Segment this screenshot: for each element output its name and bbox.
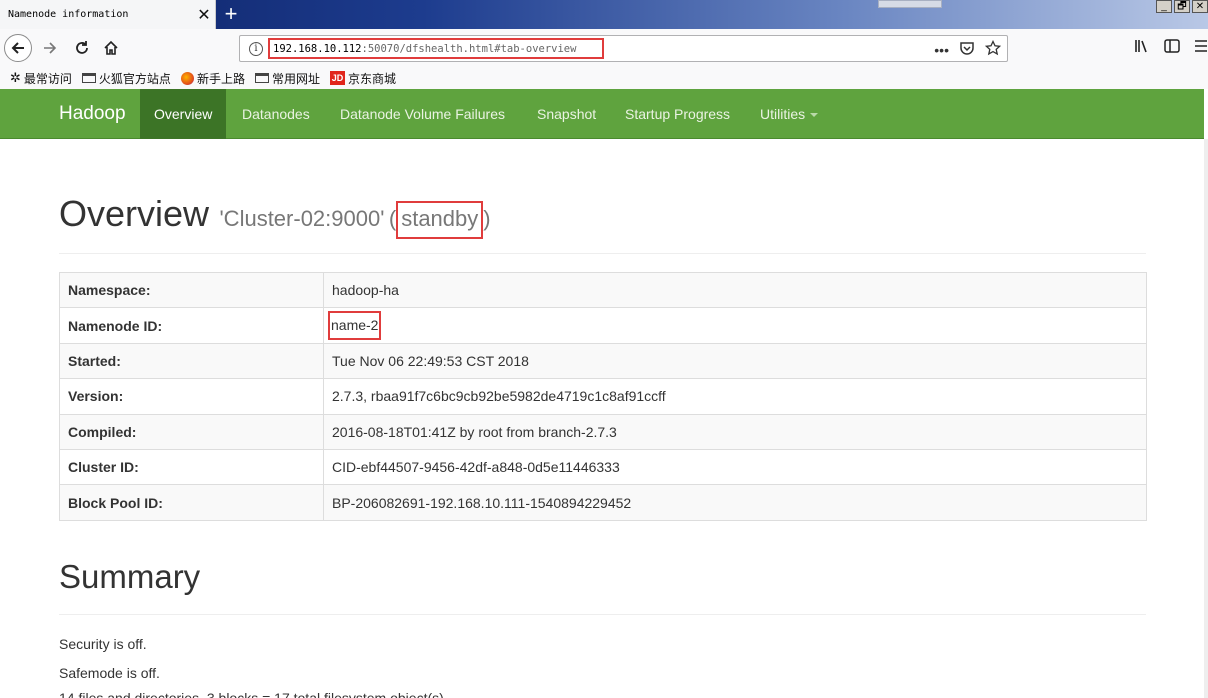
bookmarks-toolbar: ✲ 最常访问 火狐官方站点 新手上路 常用网址 JD 京东商城 xyxy=(0,67,1208,89)
table-row: Cluster ID: CID-ebf44507-9456-42df-a848-… xyxy=(59,448,1147,486)
bookmark-common-sites[interactable]: 常用网址 xyxy=(254,70,320,87)
jd-logo-icon: JD xyxy=(329,71,345,85)
security-status: Security is off. xyxy=(59,636,147,652)
cluster-name: 'Cluster-02:9000' xyxy=(219,206,385,231)
sidebar-icon[interactable] xyxy=(1164,39,1180,56)
forward-arrow-icon xyxy=(44,42,57,54)
url-action-icons: ••• xyxy=(934,39,1002,59)
url-highlight-box: 192.168.10.112:50070/dfshealth.html#tab-… xyxy=(268,38,604,59)
gear-icon: ✲ xyxy=(10,70,21,85)
back-arrow-icon xyxy=(11,42,24,54)
row-key: Block Pool ID: xyxy=(59,484,324,521)
row-value: hadoop-ha xyxy=(323,271,1147,309)
window-controls: _ 🗗 ✕ xyxy=(1156,0,1208,13)
caret-down-icon xyxy=(810,113,819,118)
overview-heading: Overview 'Cluster-02:9000' (standby) xyxy=(59,193,491,239)
toolbar-right-icons xyxy=(1134,39,1208,56)
namenode-state: standby xyxy=(396,201,484,239)
row-key: Version: xyxy=(59,378,324,415)
nav-startup-progress[interactable]: Startup Progress xyxy=(611,89,744,139)
reload-icon xyxy=(76,41,88,54)
folder-icon xyxy=(254,73,269,83)
table-row: Block Pool ID: BP-206082691-192.168.10.1… xyxy=(59,484,1147,521)
browser-navbar: i 192.168.10.112:50070/dfshealth.html#ta… xyxy=(0,29,1208,67)
close-window-icon[interactable]: ✕ xyxy=(1192,0,1208,13)
table-row: Version: 2.7.3, rbaa91f7c6bc9cb92be5982d… xyxy=(59,378,1147,415)
open-paren: ( xyxy=(388,206,397,231)
page-title: Overview xyxy=(59,193,210,234)
row-value: name-2 xyxy=(323,307,1147,344)
nav-datanodes[interactable]: Datanodes xyxy=(228,89,324,139)
home-icon xyxy=(104,40,118,55)
table-row: Started: Tue Nov 06 22:49:53 CST 2018 xyxy=(59,342,1147,380)
info-icon[interactable]: i xyxy=(249,42,263,56)
more-actions-icon[interactable]: ••• xyxy=(934,42,949,58)
row-key: Namenode ID: xyxy=(59,307,324,344)
folder-icon xyxy=(81,73,96,83)
row-value: CID-ebf44507-9456-42df-a848-0d5e11446333 xyxy=(323,448,1147,486)
table-row: Namespace: hadoop-ha xyxy=(59,271,1147,309)
row-value: BP-206082691-192.168.10.111-154089422945… xyxy=(323,484,1147,521)
new-tab-button[interactable]: + xyxy=(218,0,244,29)
row-value: Tue Nov 06 22:49:53 CST 2018 xyxy=(323,342,1147,380)
firefox-icon xyxy=(180,71,194,85)
url-text[interactable]: 192.168.10.112:50070/dfshealth.html#tab-… xyxy=(273,43,576,55)
home-button[interactable] xyxy=(97,34,125,62)
row-value: 2016-08-18T01:41Z by root from branch-2.… xyxy=(323,413,1147,450)
divider xyxy=(59,253,1146,254)
url-bar[interactable]: i 192.168.10.112:50070/dfshealth.html#ta… xyxy=(239,35,1008,62)
nav-utilities[interactable]: Utilities xyxy=(746,89,832,139)
scrollbar[interactable] xyxy=(1204,139,1208,698)
namenode-id-value: name-2 xyxy=(328,311,382,341)
row-key: Compiled: xyxy=(59,413,324,450)
browser-tab-strip: Namenode information ✕ + _ 🗗 ✕ xyxy=(0,0,1208,29)
tab-title: Namenode information xyxy=(8,9,129,20)
row-key: Namespace: xyxy=(59,271,324,309)
close-tab-icon[interactable]: ✕ xyxy=(193,5,215,25)
bookmark-most-visited[interactable]: ✲ 最常访问 xyxy=(10,70,72,87)
table-row: Compiled: 2016-08-18T01:41Z by root from… xyxy=(59,413,1147,450)
browser-tab[interactable]: Namenode information ✕ xyxy=(0,0,216,29)
nav-snapshot[interactable]: Snapshot xyxy=(523,89,610,139)
close-paren: ) xyxy=(483,206,491,231)
restore-icon[interactable]: 🗗 xyxy=(1174,0,1190,13)
reload-button[interactable] xyxy=(68,34,96,62)
bookmark-jd-mall[interactable]: JD 京东商城 xyxy=(329,70,396,87)
menu-icon[interactable] xyxy=(1194,39,1208,56)
forward-button[interactable] xyxy=(36,34,64,62)
safemode-status: Safemode is off. xyxy=(59,665,160,681)
hadoop-navbar: Hadoop Overview Datanodes Datanode Volum… xyxy=(0,89,1204,139)
bookmark-getting-started[interactable]: 新手上路 xyxy=(180,70,245,87)
row-key: Started: xyxy=(59,342,324,380)
pocket-icon[interactable] xyxy=(959,41,975,58)
back-button[interactable] xyxy=(4,34,32,62)
hadoop-brand[interactable]: Hadoop xyxy=(59,103,126,125)
library-icon[interactable] xyxy=(1134,39,1150,56)
nav-datanode-volume-failures[interactable]: Datanode Volume Failures xyxy=(326,89,519,139)
namenode-info-table: Namespace: hadoop-ha Namenode ID: name-2… xyxy=(59,271,1147,521)
table-row: Namenode ID: name-2 xyxy=(59,307,1147,344)
row-key: Cluster ID: xyxy=(59,448,324,486)
minimize-icon[interactable]: _ xyxy=(1156,0,1172,13)
row-value: 2.7.3, rbaa91f7c6bc9cb92be5982de4719c1c8… xyxy=(323,378,1147,415)
bookmark-star-icon[interactable] xyxy=(984,39,1002,59)
nav-overview[interactable]: Overview xyxy=(140,89,227,139)
bookmark-firefox-official[interactable]: 火狐官方站点 xyxy=(81,70,171,87)
files-summary: 14 files and directories, 3 blocks = 17 … xyxy=(59,690,448,698)
summary-heading: Summary xyxy=(59,558,201,595)
tab-strip-widget xyxy=(878,0,942,8)
divider xyxy=(59,614,1146,615)
